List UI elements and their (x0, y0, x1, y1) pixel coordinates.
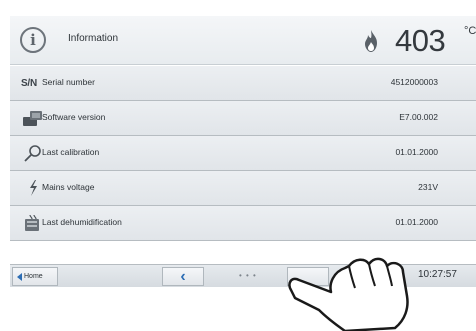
row-value: 4512000003 (390, 77, 438, 87)
pointing-hand-icon (288, 257, 409, 331)
calibration-icon (24, 145, 41, 162)
row-value: 01.01.2000 (395, 147, 438, 157)
row-label: Serial number (42, 77, 95, 87)
row-last-calibration: Last calibration 01.01.2000 (10, 136, 476, 171)
back-button[interactable]: ‹ (162, 267, 204, 286)
arrow-left-icon (17, 272, 22, 281)
row-mains-voltage: Mains voltage 231V (10, 171, 476, 206)
row-label: Last calibration (42, 147, 100, 157)
row-value: 231V (418, 182, 438, 192)
temperature-unit: °C (464, 25, 476, 37)
row-software-version: Software version E7.00.002 (10, 101, 476, 136)
row-value: 01.01.2000 (395, 217, 438, 227)
chevron-left-icon: ‹ (180, 267, 186, 285)
row-last-dehumidification: Last dehumidification 01.01.2000 (10, 206, 476, 241)
page-indicator: • • • (239, 271, 257, 280)
info-icon: i (20, 27, 46, 53)
information-screen: i Information 403 °C S/N Serial number 4… (0, 0, 476, 331)
lightning-icon (30, 180, 37, 196)
info-list: S/N Serial number 4512000003 Software ve… (10, 66, 476, 241)
dehumidification-icon (25, 214, 39, 231)
sn-icon: S/N (14, 74, 44, 92)
temperature-value: 403 (395, 23, 446, 58)
sn-icon-text: S/N (20, 77, 38, 89)
software-icon (23, 111, 42, 126)
flame-icon (365, 30, 377, 52)
home-label: Home (24, 273, 43, 280)
row-serial-number: S/N Serial number 4512000003 (10, 66, 476, 101)
header-bar: i Information 403 °C (10, 16, 476, 65)
row-label: Mains voltage (42, 182, 95, 192)
home-button[interactable]: Home (12, 267, 58, 286)
row-value: E7.00.002 (399, 112, 438, 122)
row-label: Last dehumidification (42, 217, 122, 227)
page-title: Information (68, 33, 119, 44)
row-label: Software version (42, 112, 106, 122)
